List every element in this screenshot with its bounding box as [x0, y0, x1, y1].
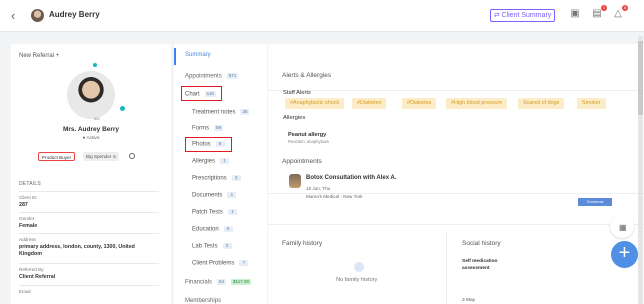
nav-memberships[interactable]: Memberships: [185, 298, 221, 304]
summary-content: [268, 44, 644, 304]
client-avatar[interactable]: [31, 9, 44, 22]
top-header: ‹ Audrey Berry ⇄ Client Summary ▣ ▤ 1 △ 8: [0, 0, 644, 32]
family-history-heading: Family history: [282, 240, 323, 247]
alerts-allergies-heading: Alerts & Allergies: [282, 72, 332, 79]
social-history-heading: Social history: [462, 240, 501, 247]
profile-status: ● Active: [82, 136, 100, 141]
nav-treatment-notes[interactable]: Treatment notes 35: [192, 109, 250, 116]
client-name: Audrey Berry: [49, 10, 100, 19]
tag-product-buyer[interactable]: Product Buyer: [38, 152, 76, 161]
nav-allergies[interactable]: Allergies 1: [192, 158, 230, 165]
client-summary-button[interactable]: ⇄ Client Summary: [490, 9, 555, 22]
staff-alerts-heading: Staff Alerts: [283, 90, 311, 96]
email-field: Email: [19, 285, 159, 296]
appointment-badge: Tomorrow: [578, 198, 612, 206]
nav-financials[interactable]: Financials 54 $117.00: [185, 279, 251, 286]
photos-highlight-box: [185, 137, 232, 152]
social-history-label: Self medication: [462, 259, 498, 264]
cart-icon[interactable]: ▣: [569, 8, 581, 20]
nav-client-problems[interactable]: Client Problems 7: [192, 260, 249, 267]
notification-count: 1: [601, 5, 607, 11]
back-icon[interactable]: ‹: [11, 8, 15, 23]
appointment-avatar: [289, 174, 301, 188]
add-tag-icon[interactable]: [129, 153, 135, 159]
nav-documents[interactable]: Documents 1: [192, 192, 237, 199]
allergy-name: Peanut allergy: [288, 132, 327, 138]
nav-appointments[interactable]: Appointments 571: [185, 73, 239, 80]
alert-tag: #Anaphylactic shock: [285, 98, 345, 109]
new-referral-button[interactable]: New Referral +: [19, 53, 59, 59]
family-history-empty: No family history: [336, 277, 378, 283]
tab-summary[interactable]: Summary: [185, 52, 211, 58]
profile-name: Mrs. Audrey Berry: [62, 126, 120, 133]
gender-field: Gender Female: [19, 212, 159, 230]
alert-tag: Scared of dogs: [518, 98, 565, 109]
alert-tag: #Diabetes: [352, 98, 387, 109]
allergies-heading: Allergies: [283, 115, 306, 121]
client-summary-label: Client Summary: [501, 12, 552, 19]
add-button[interactable]: +: [611, 241, 638, 268]
appointment-location: Mama's Medical - New York: [306, 194, 363, 199]
social-history-date: 3 May: [462, 298, 476, 303]
appointment-date: 16 Jun, Thu: [306, 186, 331, 191]
bell-icon[interactable]: △ 8: [612, 5, 628, 20]
nav-prescriptions[interactable]: Prescriptions 3: [192, 175, 241, 182]
client-id-field: Client ID 287: [19, 191, 159, 209]
active-tab-indicator: [174, 48, 176, 65]
profile-avatar[interactable]: [67, 71, 115, 119]
tag-big-spender[interactable]: Big Spender ⊙: [83, 152, 120, 161]
client-profile-card: New Referral + 6M Mrs. Audrey Berry ● Ac…: [11, 44, 171, 304]
empty-state-icon: [354, 262, 364, 272]
alert-tag: #Diabetes: [402, 98, 437, 109]
calendar-icon: ▦: [619, 223, 627, 232]
allergy-reaction: Reaction: anaphylaxis: [288, 139, 329, 144]
social-history-value: assessment: [462, 266, 490, 271]
chart-highlight-box: [181, 86, 222, 101]
active-status-icon: [119, 105, 126, 112]
nav-forms[interactable]: Forms 59: [192, 125, 224, 132]
appointments-heading: Appointments: [282, 158, 322, 165]
appointment-title[interactable]: Botox Consultation with Alex A.: [306, 175, 397, 181]
profile-indicators: [93, 54, 110, 85]
notification-count: 8: [622, 5, 628, 11]
clipboard-icon[interactable]: ▤ 1: [591, 5, 607, 20]
nav-patch-tests[interactable]: Patch Tests 1: [192, 209, 237, 216]
avatar-label: 6M: [94, 116, 100, 121]
client-navigation: Summary Appointments571 Chart116 › Treat…: [174, 44, 428, 304]
referred-by-field: Referred By Client Referral: [19, 263, 159, 281]
scroll-thumb[interactable]: [638, 41, 643, 115]
alert-tag: Smoker: [577, 98, 606, 109]
swap-icon: ⇄: [493, 12, 500, 19]
alert-tag: #High blood pressure: [446, 98, 508, 109]
details-heading: DETAILS: [19, 181, 41, 187]
nav-education[interactable]: Education 6: [192, 226, 233, 233]
address-field: Address primary address, london, county, …: [19, 233, 159, 258]
nav-lab-tests[interactable]: Lab Tests 2: [192, 243, 232, 250]
